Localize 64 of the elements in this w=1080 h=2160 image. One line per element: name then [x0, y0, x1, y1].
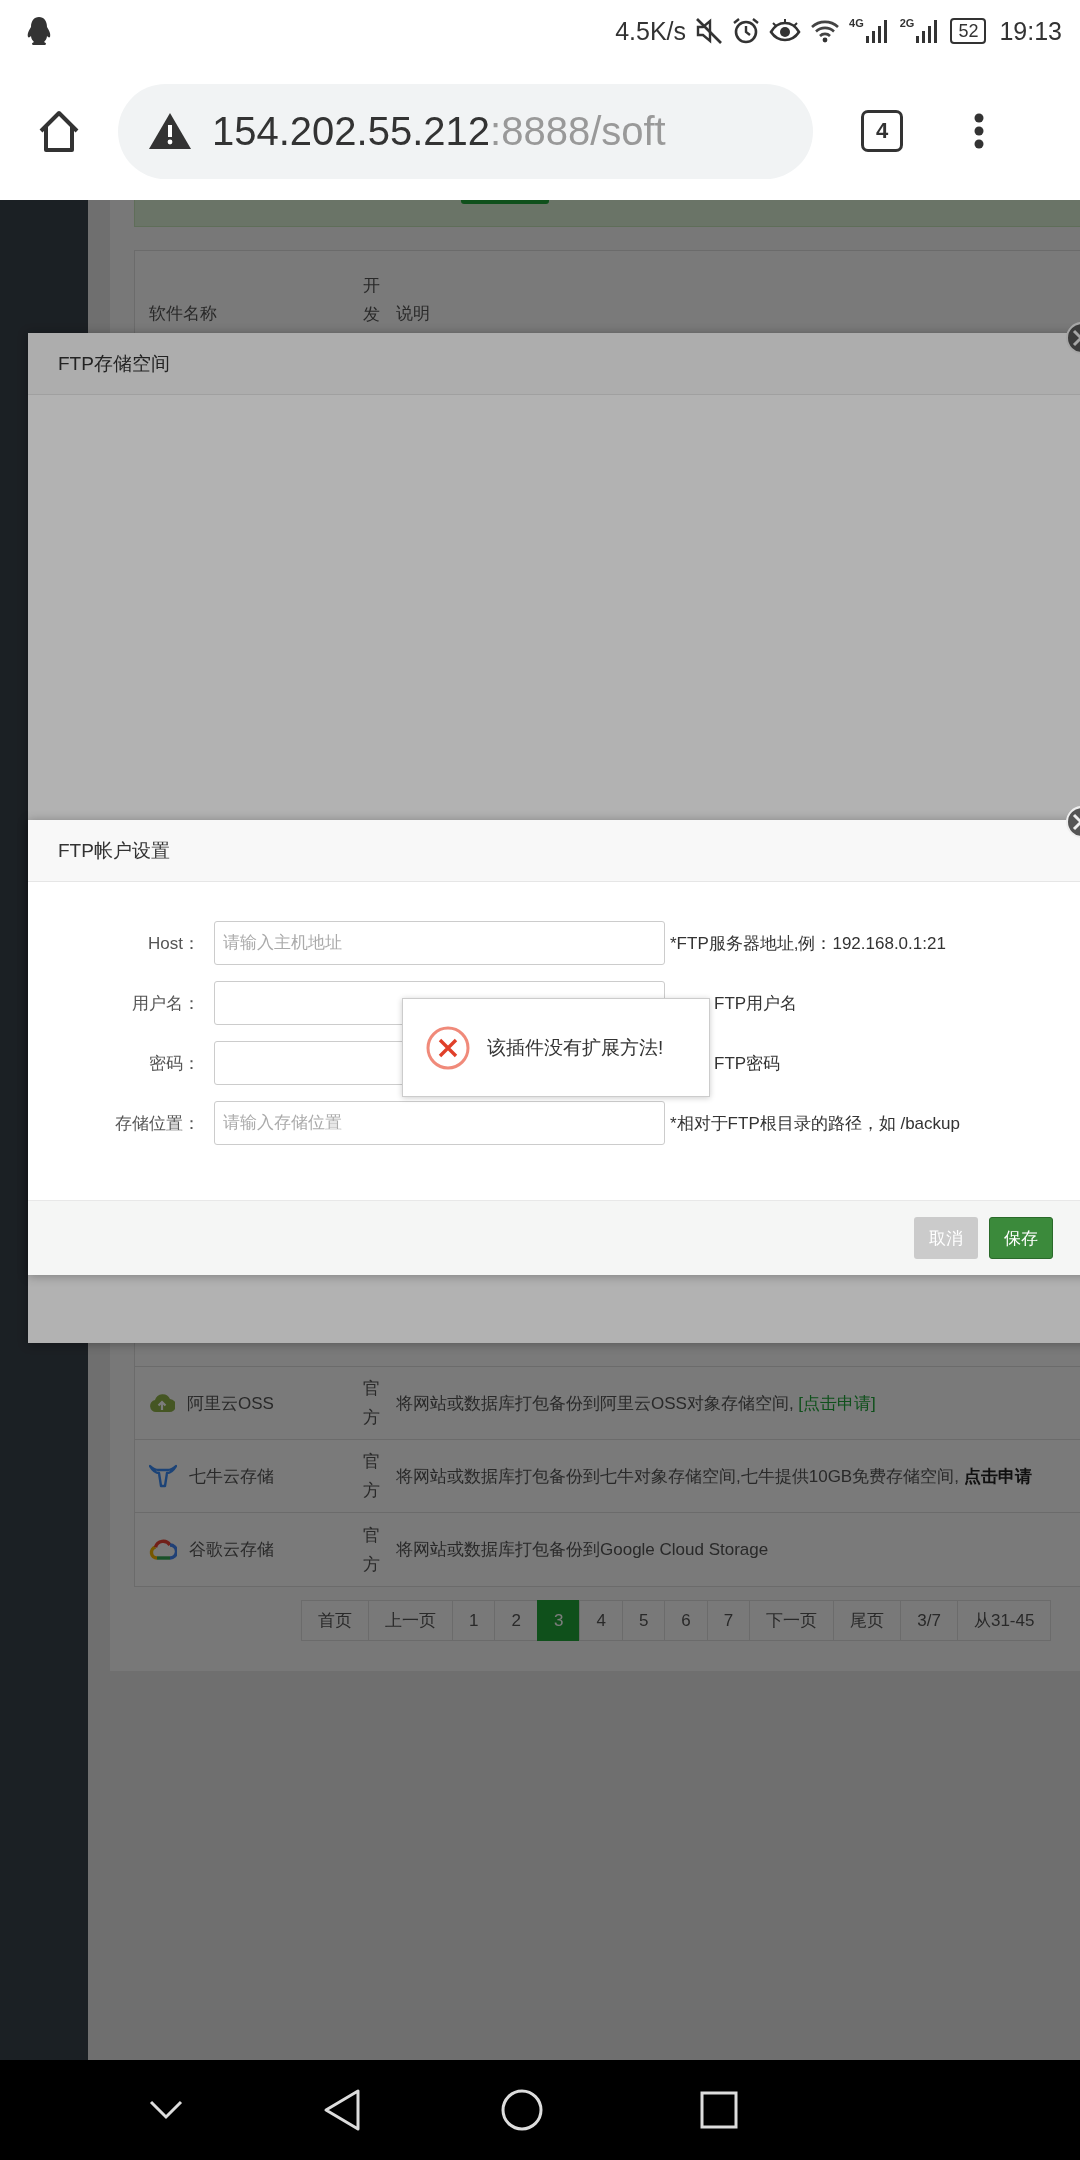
description: 将网站或数据库打包备份到七牛对象存储空间,七牛提供10GB免费存储空间, 点击申请 [396, 1465, 1033, 1488]
page-button[interactable]: 1 [452, 1600, 496, 1641]
network-type: 2G [899, 18, 915, 29]
page-button[interactable]: 从31-45 [956, 1600, 1052, 1641]
cloud-icon [149, 1537, 177, 1562]
page-button[interactable]: 上一页 [368, 1600, 453, 1641]
wifi-icon [810, 19, 841, 43]
page-button[interactable]: 4 [579, 1600, 623, 1641]
battery-level: 52 [950, 18, 987, 44]
dialog-title: FTP存储空间 [58, 351, 170, 376]
cloud-upload-icon [149, 1391, 175, 1415]
field-label: 密码： [148, 1052, 200, 1075]
field-label: 用户名： [131, 992, 200, 1015]
apply-link[interactable]: [点击申请] [798, 1393, 876, 1413]
error-icon [425, 1024, 471, 1071]
page-button[interactable]: 7 [706, 1600, 751, 1641]
software-name: 七牛云存储 [189, 1465, 274, 1488]
chevron-down-icon[interactable] [148, 2099, 184, 2121]
field-hint: *FTP服务器地址,例：192.168.0.1:21 [670, 932, 946, 955]
page-button[interactable]: 5 [621, 1600, 666, 1641]
column-header: 软件名称 [148, 302, 217, 325]
software-name: 谷歌云存储 [189, 1539, 274, 1561]
description: 将网站或数据库打包备份到Google Cloud Storage [396, 1539, 770, 1561]
menu-icon[interactable] [973, 113, 985, 149]
field-label: 存储位置： [114, 1112, 200, 1135]
home-circle-icon[interactable] [500, 2088, 544, 2132]
recents-icon[interactable] [700, 2091, 738, 2129]
field-hint: FTP用户名 [714, 992, 798, 1015]
url-text: 154.202.55.212:8888/soft [212, 108, 666, 154]
input-field[interactable]: 请输入存储位置 [214, 1101, 665, 1145]
page-button[interactable]: 2 [494, 1600, 538, 1641]
save-button[interactable]: 保存 [989, 1217, 1053, 1259]
back-icon[interactable] [322, 2088, 362, 2132]
page-button[interactable]: 3 [536, 1600, 581, 1641]
bull-horns-icon [149, 1463, 177, 1489]
alarm-icon [732, 17, 761, 45]
field-label: Host： [147, 932, 200, 955]
page-button[interactable]: 下一页 [749, 1600, 835, 1641]
developer-label: 官方 [363, 1524, 380, 1576]
mute-icon [695, 17, 724, 45]
network-speed: 4.5K/s [615, 16, 687, 46]
field-hint: *相对于FTP根目录的路径，如 /backup [670, 1112, 960, 1135]
developer-label: 官方 [363, 1378, 380, 1429]
clock-time: 19:13 [999, 16, 1062, 46]
dialog-title: FTP帐户设置 [58, 838, 170, 863]
description: 将网站或数据库打包备份到阿里云OSS对象存储空间, [点击申请] [396, 1392, 877, 1415]
page-button[interactable]: 尾页 [833, 1600, 902, 1641]
toast-message: 该插件没有扩展方法! [487, 1035, 664, 1060]
penguin-icon [26, 16, 52, 46]
warning-icon [148, 112, 192, 150]
input-field[interactable]: 请输入主机地址 [214, 921, 665, 965]
column-header: 说明 [396, 302, 430, 325]
page-button[interactable]: 首页 [301, 1600, 369, 1641]
column-header: 开发 [363, 275, 380, 326]
eye-icon [769, 18, 802, 44]
home-icon[interactable] [37, 109, 81, 153]
page-button[interactable]: 3/7 [900, 1600, 958, 1641]
network-type: 4G [849, 18, 864, 29]
address-bar[interactable]: 154.202.55.212:8888/soft [118, 83, 813, 179]
tab-count-button[interactable]: 4 [861, 110, 903, 152]
developer-label: 官方 [363, 1451, 380, 1502]
page-button[interactable]: 6 [664, 1600, 708, 1641]
field-hint: FTP密码 [714, 1052, 781, 1075]
software-name: 阿里云OSS [187, 1392, 274, 1415]
